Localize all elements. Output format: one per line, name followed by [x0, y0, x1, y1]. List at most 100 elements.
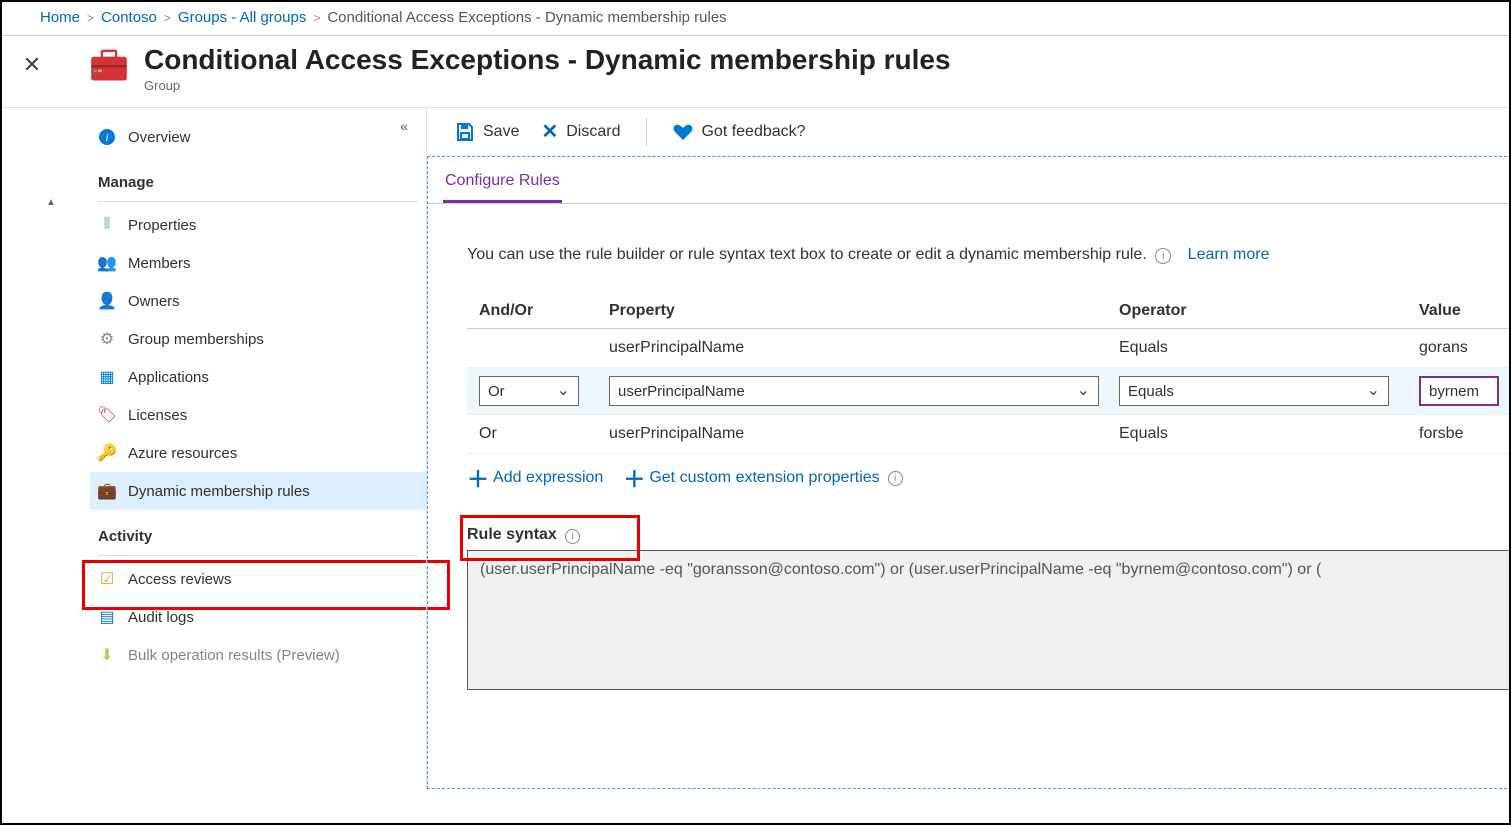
- sidebar-item-label: Dynamic membership rules: [128, 483, 310, 500]
- sidebar-item-label: Properties: [128, 217, 196, 234]
- col-property: Property: [609, 302, 1119, 320]
- feedback-label: Got feedback?: [701, 123, 805, 141]
- sidebar-item-licenses[interactable]: 🏷 Licenses: [90, 396, 426, 434]
- col-value: Value: [1419, 302, 1499, 320]
- sidebar-item-properties[interactable]: ⫴ Properties: [90, 206, 426, 244]
- grid-icon: ▦: [98, 368, 116, 386]
- briefcase-icon: [90, 48, 128, 82]
- table-row-active: Or userPrincipalName Equals byrnem: [467, 368, 1511, 415]
- sidebar-item-overview[interactable]: i Overview: [90, 118, 426, 156]
- breadcrumb-current: Conditional Access Exceptions - Dynamic …: [327, 9, 726, 26]
- owners-icon: 👤: [98, 292, 116, 310]
- cell-operator: Equals: [1119, 425, 1419, 443]
- cell-operator: Equals: [1119, 339, 1419, 357]
- info-icon[interactable]: i: [888, 471, 903, 486]
- breadcrumb: Home > Contoso > Groups - All groups > C…: [2, 2, 1509, 36]
- sidebar-item-label: Azure resources: [128, 445, 237, 462]
- divider: [646, 118, 647, 146]
- feedback-button[interactable]: Got feedback?: [673, 122, 805, 142]
- table-row: Or userPrincipalName Equals forsbe: [467, 415, 1511, 454]
- members-icon: 👥: [98, 254, 116, 272]
- breadcrumb-groups[interactable]: Groups - All groups: [178, 9, 306, 26]
- sidebar-item-azure-resources[interactable]: 🔑 Azure resources: [90, 434, 426, 472]
- bulk-icon: ⬇: [98, 646, 116, 664]
- save-button[interactable]: Save: [455, 122, 519, 142]
- rule-syntax-label: Rule syntax i: [427, 502, 1511, 550]
- sidebar-item-dynamic-membership-rules[interactable]: 💼 Dynamic membership rules: [90, 472, 426, 510]
- table-header: And/Or Property Operator Value: [467, 294, 1511, 329]
- add-expression-button[interactable]: ＋ Add expression: [467, 462, 603, 494]
- property-select[interactable]: userPrincipalName: [609, 376, 1099, 406]
- chevron-right-icon: >: [164, 11, 171, 25]
- col-operator: Operator: [1119, 302, 1419, 320]
- discard-button[interactable]: ✕ Discard: [541, 119, 620, 144]
- info-icon: i: [98, 128, 116, 146]
- sidebar-section-activity: Activity: [90, 510, 426, 551]
- get-custom-properties-button[interactable]: ＋ Get custom extension properties i: [623, 462, 902, 494]
- chevron-right-icon: >: [87, 11, 94, 25]
- log-icon: ▤: [98, 608, 116, 626]
- learn-more-link[interactable]: Learn more: [1188, 246, 1270, 263]
- sidebar-item-label: Group memberships: [128, 331, 264, 348]
- breadcrumb-contoso[interactable]: Contoso: [101, 9, 157, 26]
- get-custom-label: Get custom extension properties: [649, 469, 879, 487]
- sidebar-item-label: Owners: [128, 293, 180, 310]
- sidebar: « i Overview Manage ⫴ Properties 👥 Membe…: [2, 108, 426, 789]
- checklist-icon: ☑: [98, 570, 116, 588]
- plus-icon: ＋: [467, 462, 489, 494]
- cell-property: userPrincipalName: [609, 425, 1119, 443]
- rule-syntax-textbox[interactable]: (user.userPrincipalName -eq "goransson@c…: [467, 550, 1511, 690]
- cell-value: forsbe: [1419, 425, 1499, 443]
- info-icon[interactable]: i: [565, 529, 580, 544]
- sidebar-item-access-reviews[interactable]: ☑ Access reviews: [90, 560, 426, 598]
- sidebar-item-members[interactable]: 👥 Members: [90, 244, 426, 282]
- sidebar-item-label: Access reviews: [128, 571, 231, 588]
- table-row: userPrincipalName Equals gorans: [467, 329, 1511, 368]
- save-label: Save: [483, 123, 519, 141]
- action-row: ＋ Add expression ＋ Get custom extension …: [427, 454, 1511, 502]
- sliders-icon: ⫴: [98, 216, 116, 234]
- chevron-right-icon: >: [313, 11, 320, 25]
- toolbar: Save ✕ Discard Got feedback?: [427, 108, 1511, 156]
- tabbar: Configure Rules: [427, 156, 1511, 204]
- tab-configure-rules[interactable]: Configure Rules: [443, 166, 562, 203]
- page-title: Conditional Access Exceptions - Dynamic …: [144, 44, 951, 76]
- briefcase-small-icon: 💼: [98, 482, 116, 500]
- description-text: You can use the rule builder or rule syn…: [467, 246, 1147, 263]
- andor-select[interactable]: Or: [479, 376, 579, 406]
- collapse-icon[interactable]: «: [400, 118, 408, 134]
- sidebar-item-label: Licenses: [128, 407, 187, 424]
- cell-value: gorans: [1419, 339, 1499, 357]
- sidebar-item-audit-logs[interactable]: ▤ Audit logs: [90, 598, 426, 636]
- sidebar-item-owners[interactable]: 👤 Owners: [90, 282, 426, 320]
- gear-icon: ⚙: [98, 330, 116, 348]
- sidebar-item-bulk-operation[interactable]: ⬇ Bulk operation results (Preview): [90, 636, 426, 674]
- save-icon: [455, 122, 475, 142]
- scroll-up-icon[interactable]: ▲: [46, 197, 56, 208]
- cell-property: userPrincipalName: [609, 339, 1119, 357]
- sidebar-item-group-memberships[interactable]: ⚙ Group memberships: [90, 320, 426, 358]
- info-icon[interactable]: i: [1155, 248, 1171, 264]
- svg-text:i: i: [105, 130, 108, 144]
- page-subtitle: Group: [144, 78, 951, 93]
- operator-select[interactable]: Equals: [1119, 376, 1389, 406]
- divider: [98, 201, 418, 202]
- license-icon: 🏷: [98, 406, 116, 424]
- col-andor: And/Or: [479, 302, 609, 320]
- sidebar-item-label: Applications: [128, 369, 209, 386]
- sidebar-item-label: Audit logs: [128, 609, 194, 626]
- value-input[interactable]: byrnem: [1419, 376, 1499, 406]
- plus-icon: ＋: [623, 462, 645, 494]
- sidebar-item-label: Bulk operation results (Preview): [128, 647, 340, 664]
- sidebar-item-label: Members: [128, 255, 191, 272]
- sidebar-item-applications[interactable]: ▦ Applications: [90, 358, 426, 396]
- breadcrumb-home[interactable]: Home: [40, 9, 80, 26]
- add-expression-label: Add expression: [493, 469, 603, 487]
- divider: [98, 555, 418, 556]
- description-row: You can use the rule builder or rule syn…: [427, 204, 1511, 284]
- sidebar-section-manage: Manage: [90, 156, 426, 197]
- main-pane: Save ✕ Discard Got feedback? Configure R…: [426, 108, 1511, 789]
- x-icon: ✕: [541, 119, 558, 144]
- rule-table: And/Or Property Operator Value userPrinc…: [467, 294, 1511, 454]
- close-icon[interactable]: ✕: [2, 44, 62, 78]
